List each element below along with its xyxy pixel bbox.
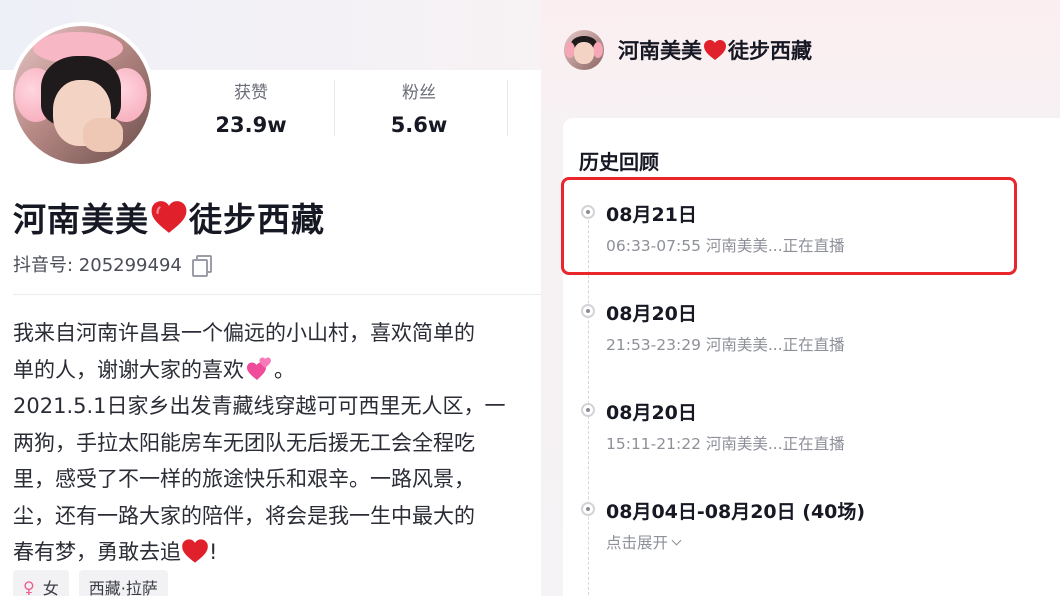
expand-label: 点击展开 (606, 534, 669, 552)
stat-likes-value: 23.9w (215, 113, 287, 137)
sparkle-heart-icon (247, 357, 271, 380)
history-entry-detail: 21:53-23:29 河南美美...正在直播 (606, 336, 845, 354)
history-entry-date: 08月20日 (606, 402, 697, 424)
history-entry-detail: 15:11-21:22 河南美美...正在直播 (606, 435, 845, 453)
timeline-dot (581, 304, 595, 318)
female-icon: ♀ (23, 577, 35, 596)
location-label: 西藏·拉萨 (88, 579, 158, 596)
divider (13, 294, 541, 295)
bio-line: 春有梦，勇敢去追 ! (13, 534, 541, 571)
mini-avatar[interactable] (564, 30, 604, 70)
history-entry-detail: 06:33-07:55 河南美美...正在直播 (606, 237, 845, 255)
profile-avatar[interactable] (9, 22, 155, 168)
bio-line: 尘，还有一路大家的陪伴，将会是我一生中最大的 (13, 503, 475, 528)
stat-divider (507, 80, 508, 136)
stat-followers-value: 5.6w (390, 113, 448, 137)
expand-button[interactable]: 点击展开 (606, 531, 682, 553)
timeline-dot (581, 403, 595, 417)
history-card: 历史回顾 08月21日 06:33-07:55 河南美美...正在直播 08月2… (563, 118, 1060, 596)
stat-followers[interactable]: 粉丝 5.6w (339, 78, 499, 137)
stat-divider (334, 80, 335, 136)
gender-label: 女 (42, 579, 59, 596)
douyin-id-row: 抖音号: 205299494 (13, 251, 212, 277)
bio-line-text: 单的人，谢谢大家的喜欢 (13, 357, 244, 382)
live-history-pane: 河南美美 徒步西藏 历史回顾 08月21日 06:33-07:55 河南美美..… (541, 0, 1060, 596)
profile-name-part2: 徒步西藏 (189, 200, 325, 239)
gender-tag: ♀ 女 (13, 570, 69, 596)
profile-name-part1: 河南美美 (13, 200, 149, 239)
copy-icon[interactable] (191, 255, 212, 277)
douyin-id: 抖音号: 205299494 (13, 255, 182, 276)
timeline-dot (581, 502, 595, 516)
bio-line-text: 春有梦，勇敢去追 (13, 540, 181, 564)
chevron-down-icon (671, 535, 682, 545)
history-entry-date: 08月04日-08月20日 (40场) (606, 501, 866, 523)
bio-line-tail: ! (209, 540, 218, 564)
location-tag: 西藏·拉萨 (78, 570, 168, 596)
profile-tags: ♀ 女 西藏·拉萨 (13, 570, 168, 596)
profile-name: 河南美美 徒步西藏 (13, 193, 325, 241)
live-history-streamer-name: 河南美美 徒步西藏 (618, 35, 812, 65)
avatar-image (13, 26, 151, 164)
history-entry-date: 08月21日 (606, 204, 697, 226)
streamer-name-part1: 河南美美 (618, 39, 702, 63)
stat-likes[interactable]: 获赞 23.9w (171, 78, 331, 137)
heart-icon (182, 539, 208, 563)
heart-icon (151, 201, 187, 233)
stat-likes-label: 获赞 (234, 83, 268, 103)
profile-bio: 我来自河南许昌县一个偏远的小山村，喜欢简单的 单的人，谢谢大家的喜欢 。 202… (13, 315, 541, 571)
profile-pane: 获赞 23.9w 粉丝 5.6w 河南美美 徒步西藏 抖音号: 20529949… (0, 0, 541, 596)
timeline-dot (581, 205, 595, 219)
bio-line: 两狗，手拉太阳能房车无团队无后援无工会全程吃 (13, 430, 475, 455)
history-section-title: 历史回顾 (579, 150, 659, 174)
bio-line: 我来自河南许昌县一个偏远的小山村，喜欢简单的 (13, 321, 475, 345)
history-entry-date: 08月20日 (606, 303, 697, 325)
bio-line: 里，感受了不一样的旅途快乐和艰辛。一路风景， (13, 467, 475, 491)
profile-stats: 获赞 23.9w 粉丝 5.6w (171, 78, 541, 138)
streamer-name-part2: 徒步西藏 (728, 39, 812, 63)
live-history-header: 河南美美 徒步西藏 (564, 30, 812, 70)
bio-line: 单的人，谢谢大家的喜欢 。 (13, 352, 541, 389)
heart-icon (704, 40, 726, 60)
bio-line: 2021.5.1日家乡出发青藏线穿越可可西里无人区，一 (13, 394, 506, 418)
stat-followers-label: 粉丝 (402, 83, 436, 103)
bio-line-tail: 。 (274, 357, 295, 382)
